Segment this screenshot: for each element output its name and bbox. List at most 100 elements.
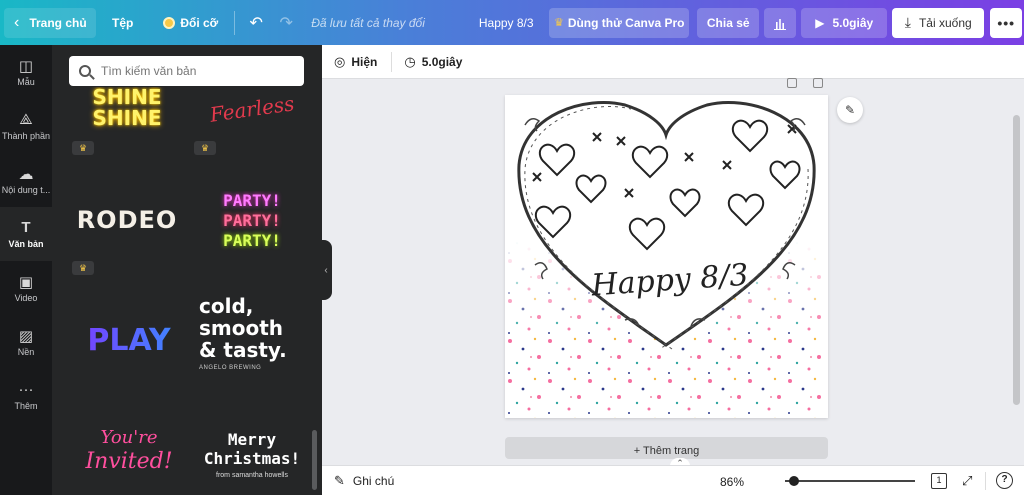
add-comment-button[interactable]: ✎: [837, 97, 863, 123]
text-template-party[interactable]: PARTY! PARTY! PARTY!: [197, 191, 307, 253]
tile-text: PARTY!: [223, 231, 281, 250]
share-label: Chia sẻ: [706, 15, 750, 30]
download-icon: ⤓: [904, 14, 911, 30]
more-options-button[interactable]: •••: [990, 7, 1023, 38]
animate-icon: ◎: [334, 53, 346, 69]
pro-crown-badge: ♛: [194, 141, 216, 155]
text-panel: SHINE SHINE ♛ Fearless ♛ RODEO ♛ PARTY! …: [52, 45, 322, 495]
tile-text: & tasty.: [199, 338, 287, 362]
template-icon: ◫: [18, 58, 34, 75]
editor-toolbar: ◎ Hiện ◷ 5.0giây: [322, 45, 1024, 79]
rail-label: Nền: [17, 347, 35, 357]
duration-label: 5.0giây: [421, 54, 463, 69]
download-button[interactable]: ⤓ Tải xuống: [892, 7, 985, 38]
tile-text: ANGELO BREWING: [199, 365, 262, 371]
tile-text: Merry: [227, 430, 277, 449]
rail-label: Nội dung t...: [1, 185, 51, 195]
resize-label: Đổi cỡ: [180, 15, 219, 30]
background-icon: ▨: [18, 328, 34, 345]
add-page-icon[interactable]: [813, 78, 823, 88]
fullscreen-icon[interactable]: ⤢: [962, 473, 972, 489]
more-icon: ···: [18, 381, 34, 398]
duration-button[interactable]: ◷ 5.0giây: [404, 54, 462, 70]
play-duration: 5.0giây: [832, 15, 874, 30]
try-pro-button[interactable]: ♛ Dùng thử Canva Pro: [549, 7, 690, 38]
pro-crown-badge: ♛: [72, 261, 94, 275]
search-box[interactable]: [69, 56, 304, 86]
rail-label: Mẫu: [17, 77, 35, 87]
insights-button[interactable]: [764, 7, 797, 38]
upload-icon: ☁: [18, 166, 34, 183]
video-icon: ▣: [18, 274, 34, 291]
duplicate-page-icon[interactable]: [787, 78, 797, 88]
share-button[interactable]: Chia sẻ: [697, 7, 760, 38]
top-bar: ‹ Trang chủ Tệp Đổi cỡ ↶ ↷ Đã lưu tất cả…: [0, 0, 1024, 45]
tile-text: from samantha howells: [216, 472, 288, 479]
add-page-button[interactable]: + Thêm trang: [505, 437, 828, 459]
rail-item-background[interactable]: ▨ Nền: [0, 315, 52, 369]
canvas-scrollbar[interactable]: [1013, 115, 1020, 405]
rail-label: Thêm: [14, 401, 38, 411]
help-button[interactable]: ?: [996, 472, 1013, 489]
tile-text: PARTY!: [223, 191, 281, 210]
rail-item-templates[interactable]: ◫ Mẫu: [0, 45, 52, 99]
file-menu-button[interactable]: Tệp: [102, 8, 143, 38]
tile-text: Invited!: [85, 449, 173, 474]
tile-text: PARTY!: [223, 211, 281, 230]
resize-button[interactable]: Đổi cỡ: [153, 8, 228, 38]
tile-text: You're: [100, 427, 158, 448]
divider: [234, 10, 236, 35]
animate-button[interactable]: ◎ Hiện: [334, 54, 377, 70]
side-rail: ◫ Mẫu ⟁ Thành phần ☁ Nội dung t... T Văn…: [0, 45, 52, 495]
text-template-fearless[interactable]: Fearless: [197, 87, 307, 125]
rail-item-more[interactable]: ··· Thêm: [0, 369, 52, 423]
play-icon: ▶: [815, 15, 825, 30]
file-label: Tệp: [112, 15, 134, 30]
notes-button[interactable]: ✎ Ghi chú: [334, 473, 394, 489]
redo-icon[interactable]: ↷: [271, 8, 301, 38]
bottom-bar: ✎ Ghi chú 86% 1 ⤢ ?: [322, 465, 1024, 495]
rail-label: Văn bản: [8, 239, 44, 249]
panel-scrollbar[interactable]: [312, 430, 317, 490]
divider: [391, 51, 393, 72]
design-canvas[interactable]: Happy 8/3: [505, 95, 828, 418]
home-button[interactable]: ‹ Trang chủ: [4, 7, 96, 38]
download-label: Tải xuống: [918, 15, 972, 30]
document-title[interactable]: Happy 8/3: [471, 16, 541, 30]
text-icon: T: [21, 219, 31, 236]
divider: [985, 472, 986, 490]
collapse-panel-button[interactable]: ‹: [320, 240, 332, 300]
animate-label: Hiện: [351, 54, 378, 69]
text-template-shine[interactable]: SHINE SHINE: [72, 87, 182, 137]
tile-text: cold,: [199, 295, 254, 318]
text-template-merry-christmas[interactable]: Merry Christmas! from samantha howells: [197, 430, 307, 495]
text-template-play[interactable]: PLAY: [74, 321, 184, 361]
tile-text: PLAY: [74, 321, 184, 361]
undo-icon[interactable]: ↶: [241, 8, 271, 38]
rail-item-uploads[interactable]: ☁ Nội dung t...: [0, 153, 52, 207]
zoom-slider[interactable]: [785, 476, 915, 486]
tile-text: SHINE: [92, 106, 162, 130]
text-template-cold-smooth[interactable]: cold, smooth & tasty. ANGELO BREWING: [199, 295, 314, 387]
present-button[interactable]: ▶ 5.0giây: [801, 7, 888, 38]
zoom-slider-handle[interactable]: [789, 476, 799, 486]
tile-text: smooth: [199, 316, 284, 340]
notes-label: Ghi chú: [352, 473, 395, 488]
elements-icon: ⟁: [19, 111, 33, 128]
text-template-rodeo[interactable]: RODEO: [72, 200, 182, 240]
coin-icon: [163, 16, 176, 29]
search-input[interactable]: [101, 64, 291, 78]
rail-item-elements[interactable]: ⟁ Thành phần: [0, 99, 52, 153]
clock-icon: ◷: [404, 53, 416, 69]
save-status: Đã lưu tất cả thay đổi: [311, 15, 425, 30]
chevron-left-icon: ‹: [14, 13, 20, 31]
pro-label: Dùng thử Canva Pro: [567, 15, 685, 30]
rail-item-text[interactable]: T Văn bản: [0, 207, 52, 261]
rail-item-video[interactable]: ▣ Video: [0, 261, 52, 315]
pro-crown-badge: ♛: [72, 141, 94, 155]
zoom-level[interactable]: 86%: [720, 475, 744, 489]
text-template-invited[interactable]: You're Invited!: [74, 427, 184, 489]
page-count-button[interactable]: 1: [931, 473, 947, 489]
tile-text: RODEO: [76, 206, 178, 234]
rail-label: Video: [14, 293, 38, 303]
